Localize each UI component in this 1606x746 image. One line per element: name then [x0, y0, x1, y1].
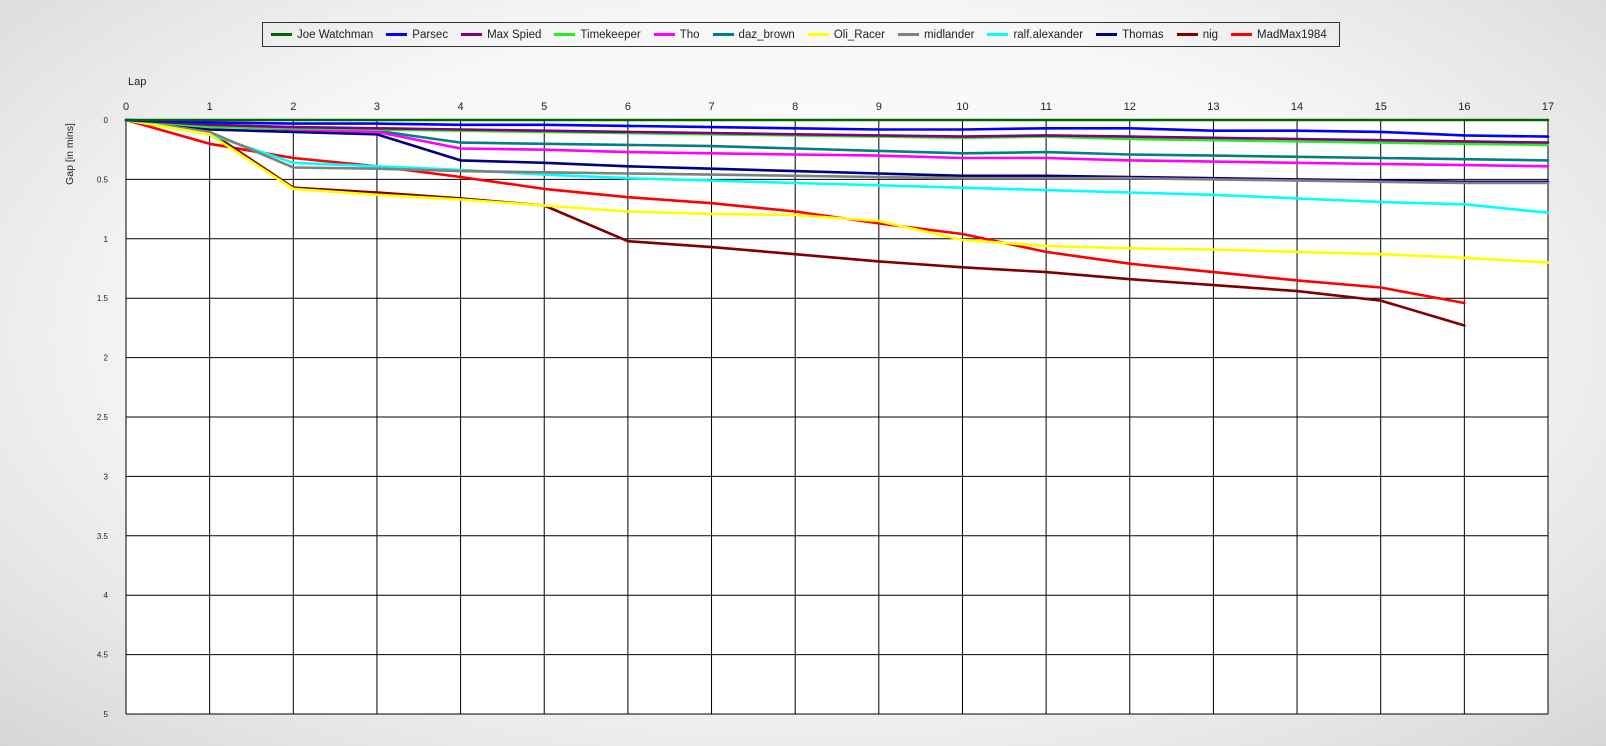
chart: Joe Watchman Parsec Max Spied Timekeeper Tho…	[0, 0, 1606, 746]
y-tick-label: 2.5	[97, 413, 109, 422]
y-tick-label: 2	[104, 354, 109, 363]
y-tick-label: 3.5	[97, 532, 109, 541]
x-tick-label: 10	[956, 101, 968, 113]
x-tick-label: 0	[123, 101, 129, 113]
y-tick-label: 4.5	[97, 651, 109, 660]
x-tick-label: 1	[207, 101, 213, 113]
x-tick-label: 3	[374, 101, 380, 113]
x-tick-label: 16	[1458, 101, 1470, 113]
y-axis-title: Gap [in mins]	[64, 123, 76, 185]
x-tick-label: 9	[876, 101, 882, 113]
x-tick-label: 13	[1207, 101, 1219, 113]
plot-area: 0 1 2 3 4 5 6 7 8 9 10 11 12 13 14 15 16 1700.511.522.533…	[64, 76, 1554, 719]
y-tick-label: 5	[104, 710, 109, 719]
y-tick-label: 0.5	[97, 175, 109, 184]
x-tick-label: 6	[625, 101, 631, 113]
y-tick-label: 1.5	[97, 294, 109, 303]
y-tick-label: 4	[104, 591, 109, 600]
x-tick-label: 2	[290, 101, 296, 113]
x-tick-label: 14	[1291, 101, 1303, 113]
x-tick-label: 17	[1542, 101, 1554, 113]
y-tick-label: 1	[104, 235, 109, 244]
y-tick-label: 0	[104, 116, 109, 125]
x-tick-label: 4	[458, 101, 464, 113]
x-tick-label: 8	[792, 101, 798, 113]
x-tick-label: 11	[1040, 101, 1051, 113]
x-tick-label: 15	[1375, 101, 1387, 113]
x-axis-title: Lap	[128, 76, 146, 88]
x-tick-label: 5	[541, 101, 547, 113]
y-tick-label: 3	[104, 472, 109, 481]
x-tick-label: 12	[1124, 101, 1136, 113]
x-tick-label: 7	[708, 101, 714, 113]
